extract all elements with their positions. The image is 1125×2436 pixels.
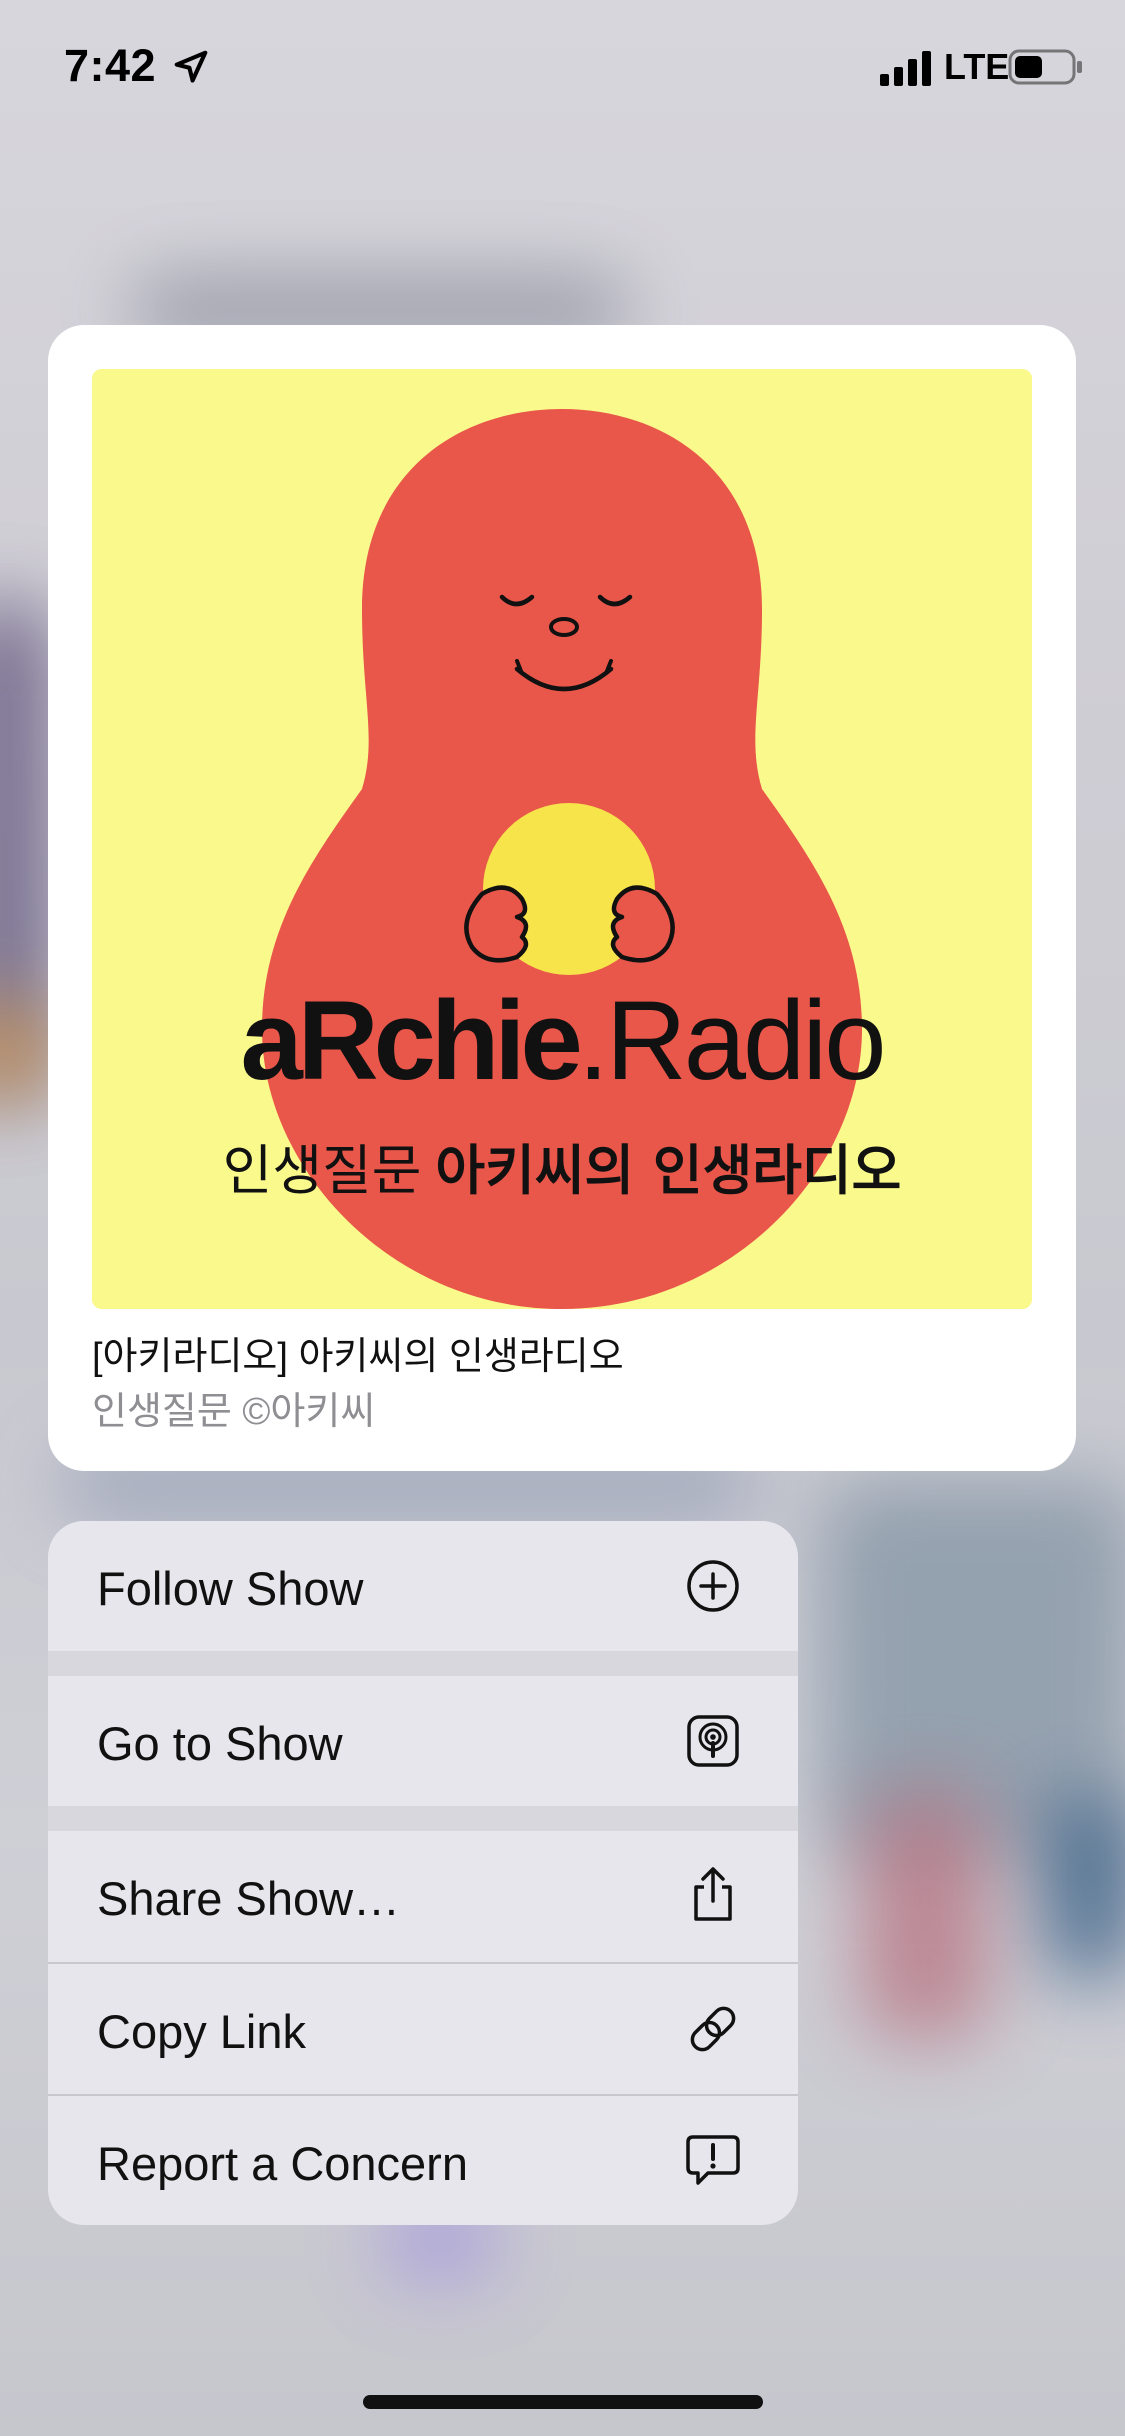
link-icon	[690, 2006, 736, 2052]
signal-bars-icon	[880, 51, 931, 86]
copy-link-button[interactable]: Copy Link	[48, 1964, 798, 2094]
show-title: [아키라디오] 아키씨의 인생라디오	[92, 1336, 624, 1378]
report-concern-button[interactable]: Report a Concern	[48, 2096, 798, 2225]
context-menu: Follow Show Go to Show Share Show… Copy …	[48, 1521, 798, 2225]
go-to-show-button[interactable]: Go to Show	[48, 1676, 798, 1806]
show-author: 인생질문 ©아키씨	[92, 1391, 376, 1433]
status-bar: 7:42 LTE	[0, 0, 1125, 135]
menu-item-label: Follow Show	[97, 1562, 364, 1615]
network-label: LTE	[944, 46, 1010, 87]
svg-text:aRchie.Radio: aRchie.Radio	[240, 978, 883, 1103]
share-icon	[694, 1867, 732, 1921]
battery-icon	[1008, 49, 1082, 85]
home-indicator[interactable]	[363, 2395, 763, 2409]
show-preview-card[interactable]: aRchie.Radio 인생질문 아키씨의 인생라디오 [아키라디오] 아키씨의…	[48, 325, 1076, 1471]
follow-show-button[interactable]: Follow Show	[48, 1521, 798, 1651]
exclamation-bubble-icon	[686, 2135, 740, 2185]
menu-item-label: Go to Show	[97, 1717, 343, 1770]
share-show-button[interactable]: Share Show…	[48, 1831, 798, 1962]
svg-text:인생질문아키씨의 인생라디오: 인생질문 아키씨의 인생라디오	[223, 1139, 902, 1202]
show-artwork: aRchie.Radio 인생질문 아키씨의 인생라디오	[92, 369, 1032, 1309]
location-arrow-icon	[174, 50, 208, 83]
status-time: 7:42	[64, 40, 157, 91]
menu-item-label: Report a Concern	[97, 2137, 468, 2190]
menu-item-label: Copy Link	[97, 2005, 306, 2058]
plus-circle-icon	[687, 1560, 739, 1612]
podcasts-icon	[687, 1715, 739, 1767]
menu-item-label: Share Show…	[97, 1872, 401, 1925]
